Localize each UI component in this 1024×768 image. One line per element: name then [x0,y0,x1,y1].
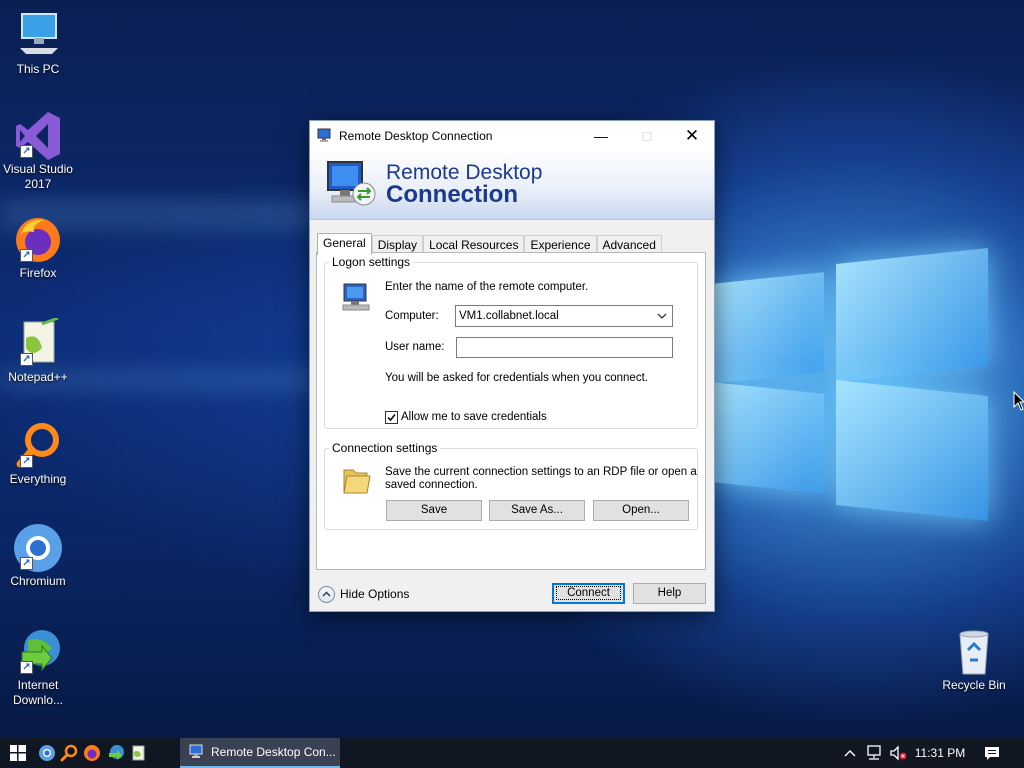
remote-desktop-icon [189,744,203,758]
hide-options-label[interactable]: Hide Options [340,587,409,601]
taskbar-download-manager[interactable] [104,738,128,768]
maximize-button: □ [624,121,670,150]
remote-desktop-icon [317,128,331,142]
network-icon [867,745,881,760]
username-input[interactable] [456,337,673,358]
volume-muted-icon [890,745,907,761]
action-center-button[interactable] [978,738,1006,768]
connection-settings-legend: Connection settings [332,441,438,455]
taskbar-window-label: Remote Desktop Con... [211,745,336,759]
network-tray-button[interactable] [862,738,886,768]
close-icon: ✕ [684,125,700,145]
help-button[interactable]: Help [633,583,706,604]
dialog-banner: Remote Desktop Connection [310,150,714,220]
firefox-icon [84,745,100,761]
start-button[interactable] [0,738,36,768]
shortcut-arrow-icon: ↗ [20,455,33,468]
notepadpp-icon: ↗ [12,316,64,366]
remote-desktop-dialog: Remote Desktop Connection — □ ✕ Remote D… [309,120,715,612]
banner-title-line2: Connection [386,181,518,208]
connection-text-line1: Save the current connection settings to … [385,466,697,478]
shortcut-arrow-icon: ↗ [20,249,33,262]
desktop-icon-firefox[interactable]: ↗ Firefox [0,214,76,281]
logon-instruction: Enter the name of the remote computer. [385,281,589,293]
hide-options-button[interactable] [318,586,335,603]
save-button[interactable]: Save [386,500,482,521]
computer-icon [12,10,64,58]
chevron-up-icon [844,750,856,757]
recycle-bin-icon [948,626,1000,675]
connection-text-line2: saved connection. [385,479,478,491]
computer-value: VM1.collabnet.local [459,310,559,322]
mouse-cursor-icon [1013,391,1024,411]
download-manager-icon [109,745,124,760]
taskbar-firefox[interactable] [80,738,104,768]
taskbar: Remote Desktop Con... 11:31 PM [0,738,1024,768]
magnifier-icon [60,744,78,762]
username-label: User name: [385,341,445,353]
shortcut-arrow-icon: ↗ [20,353,33,366]
shortcut-arrow-icon: ↗ [20,557,33,570]
computer-label: Computer: [385,310,439,322]
close-button[interactable]: ✕ [669,121,715,150]
remote-desktop-monitor-icon [327,161,376,206]
taskbar-remote-desktop-button[interactable]: Remote Desktop Con... [180,738,340,768]
taskbar-notepadpp[interactable] [128,738,150,768]
desktop-icon-chromium[interactable]: ↗ Chromium [0,522,76,589]
notification-icon [985,746,999,760]
show-hidden-icons-button[interactable] [840,738,860,768]
desktop-icon-visual-studio[interactable]: ↗ Visual Studio 2017 [0,110,76,192]
desktop-icon-internet-download-manager[interactable]: ↗ Internet Downlo... [0,626,76,708]
chevron-up-icon [322,591,331,597]
tab-strip: General Display Local Resources Experien… [317,233,662,255]
save-credentials-checkbox[interactable] [385,411,398,424]
visual-studio-icon: ↗ [12,110,64,160]
desktop-icon-notepadpp[interactable]: ↗ Notepad++ [0,316,76,385]
taskbar-everything[interactable] [58,738,80,768]
taskbar-clock[interactable]: 11:31 PM [910,738,970,768]
maximize-icon: □ [642,127,652,144]
notepadpp-icon [132,745,145,761]
windows-start-icon [10,745,26,761]
desktop-icon-everything[interactable]: ↗ Everything [0,420,76,487]
save-as-button[interactable]: Save As... [489,500,585,521]
dialog-titlebar[interactable]: Remote Desktop Connection — □ ✕ [310,121,714,150]
minimize-icon: — [594,127,608,144]
chromium-icon [39,745,55,761]
folder-icon [343,469,371,494]
save-credentials-label[interactable]: Allow me to save credentials [401,411,547,423]
taskbar-chromium[interactable] [36,738,58,768]
volume-tray-button[interactable] [886,738,910,768]
general-tab-panel: Logon settings Enter the name of the rem… [316,252,706,570]
shortcut-arrow-icon: ↗ [20,145,33,158]
chevron-down-icon [657,313,667,319]
open-button[interactable]: Open... [593,500,689,521]
credentials-note: You will be asked for credentials when y… [385,372,648,384]
firefox-icon: ↗ [12,214,64,262]
chromium-icon: ↗ [12,522,64,572]
computer-combobox[interactable]: VM1.collabnet.local [455,305,673,327]
desktop: This PC ↗ Visual Studio 2017 ↗ Firefox ↗… [0,0,1024,738]
desktop-icon-recycle-bin[interactable]: Recycle Bin [936,626,1012,693]
minimize-button[interactable]: — [578,121,624,150]
desktop-icon-this-pc[interactable]: This PC [0,10,76,77]
shortcut-arrow-icon: ↗ [20,661,33,674]
download-manager-icon: ↗ [12,626,64,674]
tab-general[interactable]: General [317,233,372,255]
logon-settings-legend: Logon settings [332,255,411,269]
connect-button[interactable]: Connect [552,583,625,604]
computer-monitor-icon [342,283,370,311]
windows-wallpaper-logo [712,238,992,528]
checkmark-icon [387,414,396,422]
magnifier-icon: ↗ [12,420,64,468]
dialog-title: Remote Desktop Connection [339,128,493,143]
